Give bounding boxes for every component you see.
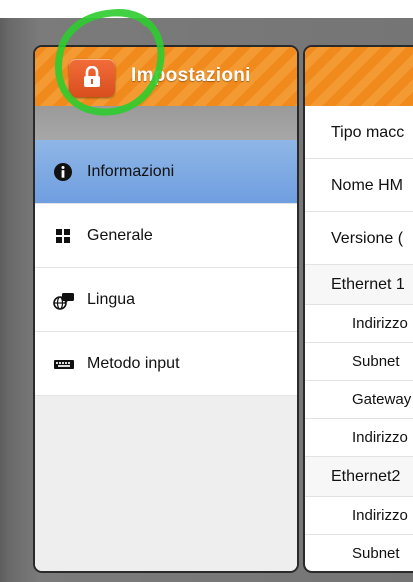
sidebar-item-generale[interactable]: Generale [35, 204, 297, 268]
info-row-indirizzo-eth2: Indirizzo [305, 497, 413, 535]
info-row-tipo-macchina: Tipo macc [305, 106, 413, 159]
info-row-versione: Versione ( [305, 212, 413, 265]
keyboard-icon [54, 359, 74, 369]
sidebar-item-metodo-input[interactable]: Metodo input [35, 332, 297, 396]
settings-sidebar-panel: Impostazioni Informazioni Generale Lingu… [33, 45, 299, 573]
sidebar-subheader [35, 106, 297, 140]
info-row-indirizzo: Indirizzo [305, 305, 413, 343]
info-row-subnet: Subnet [305, 343, 413, 381]
sidebar-item-label: Generale [87, 226, 153, 244]
info-row-subnet-eth2: Subnet [305, 535, 413, 571]
info-list: Tipo macc Nome HM Versione ( Ethernet 1 … [305, 106, 413, 571]
info-icon [54, 162, 72, 181]
sidebar-empty-area [35, 396, 297, 571]
sidebar-item-label: Informazioni [87, 162, 175, 180]
info-row-indirizzo-2: Indirizzo [305, 419, 413, 457]
lock-button[interactable] [69, 59, 115, 97]
sidebar-item-label: Lingua [87, 290, 136, 308]
sidebar-item-label: Metodo input [87, 354, 180, 372]
page-title: Impostazioni [131, 65, 251, 86]
section-ethernet-1: Ethernet 1 [305, 265, 413, 305]
lock-icon [84, 66, 100, 87]
info-row-gateway: Gateway [305, 381, 413, 419]
sidebar-item-informazioni[interactable]: Informazioni [35, 140, 297, 204]
globe-chat-icon [53, 292, 74, 310]
settings-header: Impostazioni [35, 47, 297, 106]
sidebar-item-lingua[interactable]: Lingua [35, 268, 297, 332]
info-row-nome-hmi: Nome HM [305, 159, 413, 212]
info-detail-panel: Tipo macc Nome HM Versione ( Ethernet 1 … [303, 45, 413, 573]
section-ethernet-2: Ethernet2 [305, 457, 413, 497]
detail-header [305, 47, 413, 106]
settings-menu: Informazioni Generale Lingua Metodo inpu… [35, 140, 297, 396]
grid-icon [56, 228, 70, 243]
